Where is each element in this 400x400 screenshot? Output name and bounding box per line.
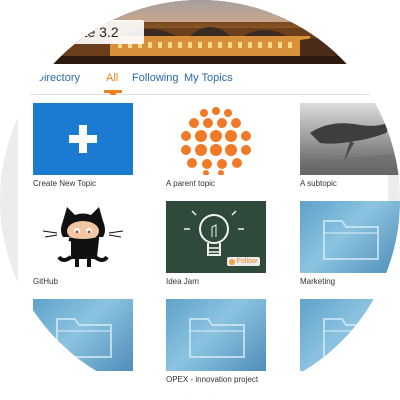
folder-icon xyxy=(56,318,112,358)
tab-following[interactable]: Following xyxy=(132,72,178,84)
folder-thumb[interactable] xyxy=(300,299,400,371)
tab-bar: Directory All Following My Topics xyxy=(18,64,388,97)
github-thumb[interactable] xyxy=(33,201,133,273)
opex-thumb[interactable] xyxy=(166,299,266,371)
tab-my-topics[interactable]: My Topics xyxy=(184,72,233,84)
folder-thumb[interactable] xyxy=(33,299,133,371)
topics-grid: Create New Topic A parent topic A subtop… xyxy=(18,95,400,400)
dot-sphere-thumb[interactable] xyxy=(166,103,266,175)
follow-label: Follow xyxy=(236,258,257,265)
tab-all[interactable]: All xyxy=(106,72,118,84)
tile-label: A subtopic xyxy=(300,179,337,188)
screen-circle-crop: note 3.2 Directory All Following My Topi… xyxy=(0,0,400,400)
marketing-thumb[interactable] xyxy=(300,201,400,273)
folder-icon xyxy=(323,220,379,260)
whale-image xyxy=(300,121,400,175)
follow-badge[interactable]: Follow xyxy=(226,257,260,266)
whale-photo-thumb[interactable] xyxy=(300,103,400,175)
folder-icon xyxy=(189,318,245,358)
folder-icon xyxy=(323,318,379,358)
tile-label: Marketing xyxy=(300,277,336,286)
tile-label: OPEX - innovation project xyxy=(166,375,259,384)
app-title: note 3.2 xyxy=(68,24,119,40)
octocat-icon xyxy=(42,207,124,267)
create-topic-thumb[interactable] xyxy=(33,103,133,175)
tile-label: A parent topic xyxy=(166,179,215,188)
tile-label: Create New Topic xyxy=(33,179,96,188)
dot-sphere-image xyxy=(181,107,251,175)
plus-icon xyxy=(69,125,97,153)
follow-icon xyxy=(228,259,235,265)
header-banner: note 3.2 xyxy=(0,0,400,64)
idea-jam-thumb[interactable]: Follow xyxy=(166,201,266,273)
app-title-box: note 3.2 xyxy=(46,20,144,44)
tile-label: Idea Jam xyxy=(166,277,199,286)
tab-directory[interactable]: Directory xyxy=(36,72,80,84)
tile-label: GitHub xyxy=(33,277,58,286)
